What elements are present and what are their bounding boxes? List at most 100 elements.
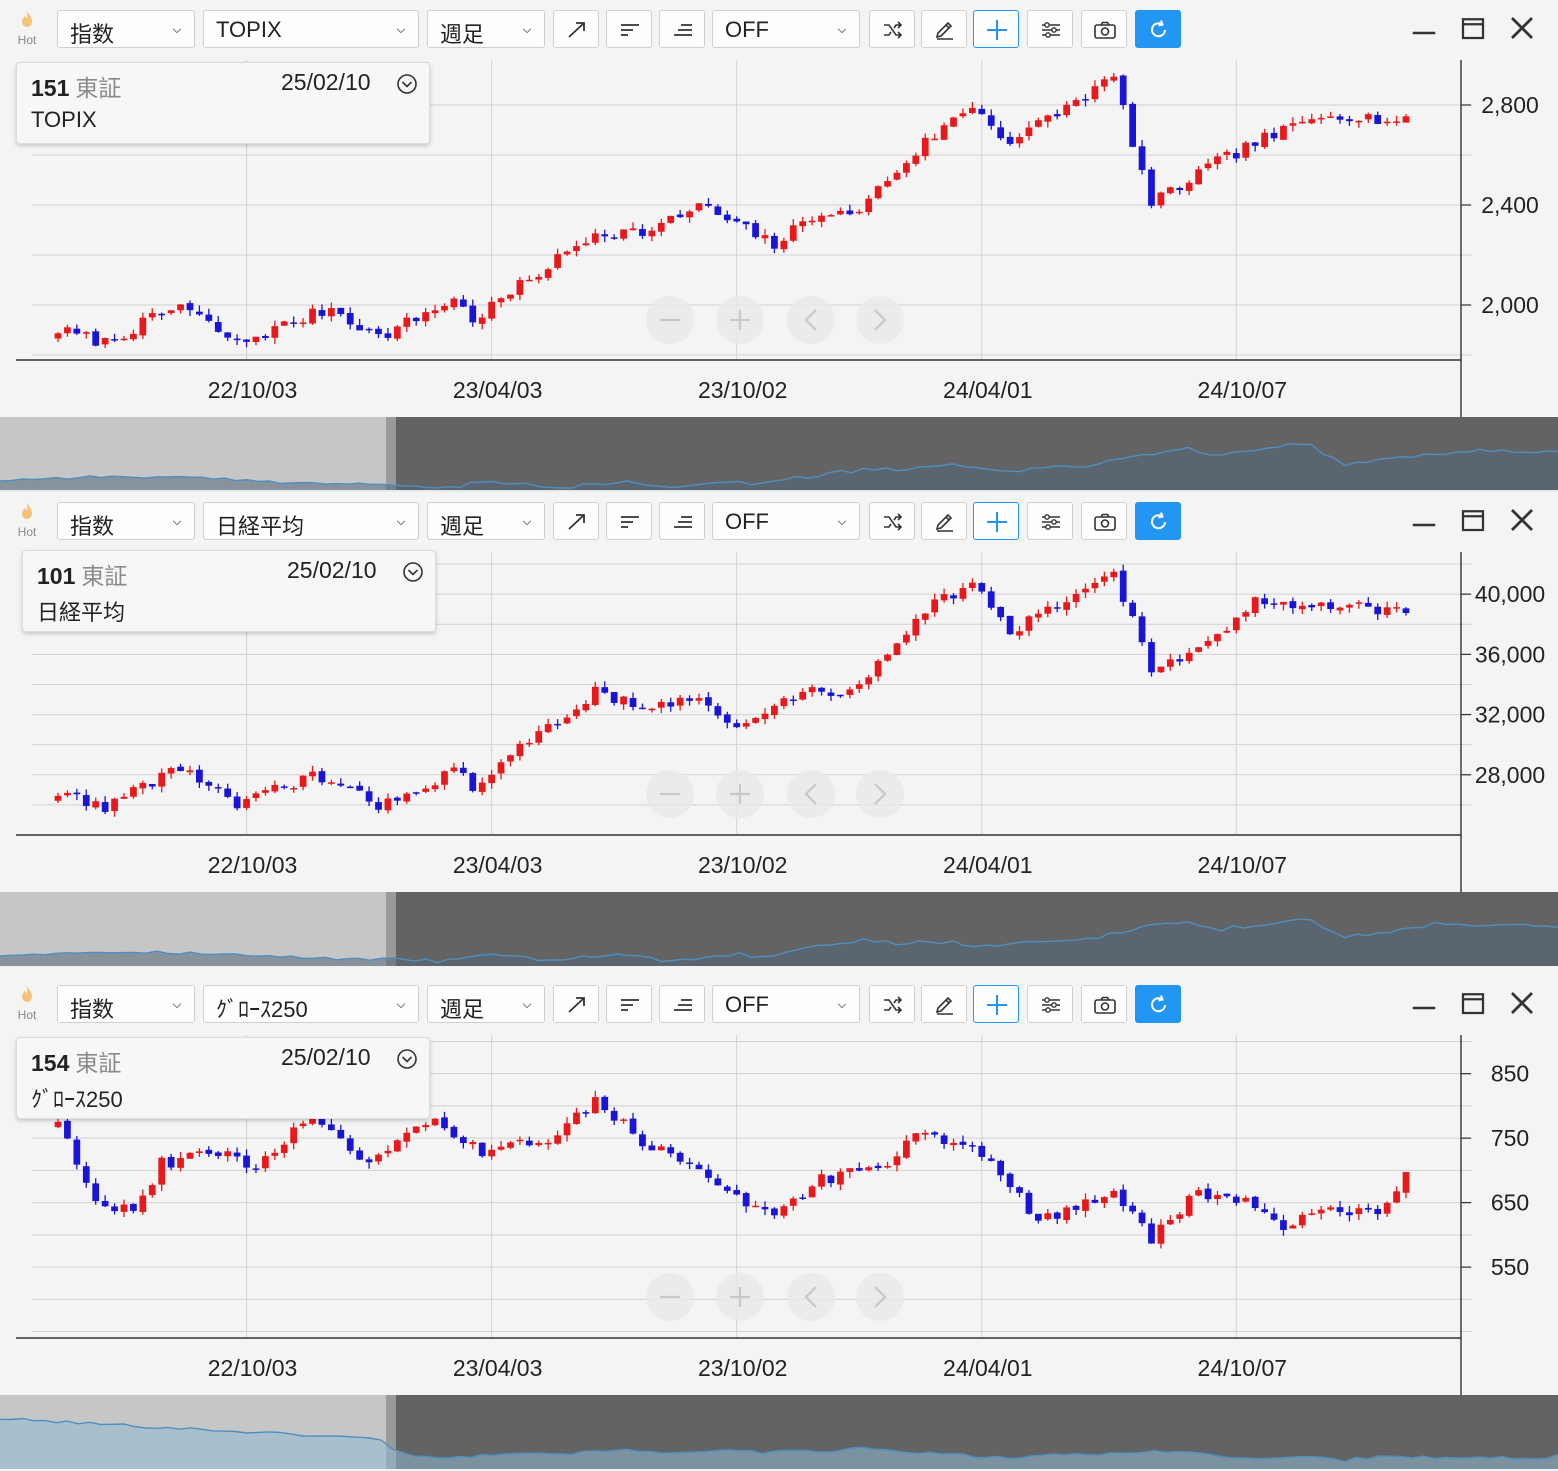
candle <box>997 606 1005 622</box>
candle <box>1091 80 1099 103</box>
candle <box>1034 117 1042 128</box>
navigator[interactable] <box>0 1395 1558 1469</box>
candle <box>1016 625 1023 640</box>
candle <box>82 789 90 811</box>
candle <box>1336 114 1344 124</box>
candle <box>1016 133 1023 148</box>
candle <box>1138 1209 1146 1227</box>
candle <box>1148 1218 1155 1244</box>
x-tick-label: 22/10/03 <box>208 377 298 403</box>
scroll-left-button[interactable] <box>787 296 835 344</box>
candle <box>1327 111 1334 118</box>
candle <box>752 220 759 240</box>
candle <box>554 248 561 270</box>
zoom-out-button[interactable] <box>646 770 694 818</box>
candle <box>158 1155 166 1191</box>
symbol-code: 101 東証 <box>37 563 128 589</box>
candle <box>1280 601 1287 611</box>
candle <box>280 784 288 790</box>
candle <box>459 1135 467 1149</box>
navigator[interactable] <box>0 892 1558 966</box>
candle <box>667 1143 675 1158</box>
candle <box>554 719 561 730</box>
candle <box>1308 113 1316 125</box>
zoom-in-button[interactable] <box>716 770 764 818</box>
candle <box>167 766 175 779</box>
candle <box>1034 1213 1042 1224</box>
zoom-in-button[interactable] <box>716 296 764 344</box>
candle <box>478 1142 486 1158</box>
candle <box>1110 568 1118 582</box>
candle <box>855 1162 863 1172</box>
candle <box>233 1147 241 1162</box>
candle <box>450 1125 458 1139</box>
candle <box>1044 1208 1052 1221</box>
zoom-out-button[interactable] <box>646 296 694 344</box>
navigator-handle[interactable] <box>386 417 396 490</box>
candle <box>101 337 109 349</box>
candle <box>1289 597 1297 614</box>
candle <box>1166 1215 1174 1226</box>
candle <box>969 578 976 592</box>
candle <box>1270 1207 1278 1222</box>
candle <box>167 1153 175 1171</box>
candle <box>1327 1205 1334 1212</box>
candle <box>771 1207 778 1219</box>
candle <box>865 195 873 216</box>
y-tick-label: 2,400 <box>1481 192 1539 218</box>
zoom-in-button[interactable] <box>716 1273 764 1321</box>
candle <box>1053 601 1061 613</box>
candle <box>780 1204 788 1219</box>
navigator-handle[interactable] <box>386 892 396 966</box>
symbol-info-card: 151 東証 25/02/10 TOPIX <box>16 62 430 144</box>
candle <box>1119 1184 1127 1212</box>
x-tick-label: 23/10/02 <box>698 1355 788 1381</box>
candle <box>431 782 439 792</box>
scroll-right-button[interactable] <box>856 296 904 344</box>
scroll-right-button[interactable] <box>856 770 904 818</box>
x-tick-label: 23/04/03 <box>453 852 543 878</box>
candle <box>573 1107 580 1125</box>
candle <box>403 313 411 333</box>
candle <box>469 299 477 327</box>
candle <box>950 116 957 128</box>
candle <box>1261 593 1268 609</box>
candle <box>620 229 627 241</box>
candle <box>686 695 693 706</box>
candle <box>318 304 326 320</box>
candle <box>1393 602 1400 613</box>
info-expand-button[interactable] <box>395 73 419 100</box>
info-expand-button[interactable] <box>401 561 425 588</box>
candle <box>64 324 71 337</box>
candle <box>1072 589 1080 608</box>
zoom-out-button[interactable] <box>646 1273 694 1321</box>
navigator[interactable] <box>0 417 1558 490</box>
candle <box>1270 598 1278 609</box>
candle <box>563 714 571 725</box>
candle <box>1025 615 1033 637</box>
candle <box>1251 1195 1259 1211</box>
x-tick-label: 24/04/01 <box>943 377 1033 403</box>
candle <box>101 796 109 815</box>
scroll-left-button[interactable] <box>787 770 835 818</box>
candle <box>742 1191 750 1213</box>
scroll-left-button[interactable] <box>787 1273 835 1321</box>
candle <box>450 762 458 774</box>
candle <box>582 700 590 713</box>
candle <box>1204 158 1212 171</box>
candle <box>799 216 807 233</box>
candle <box>959 582 967 602</box>
info-expand-button[interactable] <box>395 1048 419 1075</box>
candle <box>497 759 505 780</box>
candle <box>177 1152 184 1172</box>
candle <box>959 108 967 118</box>
candle <box>412 791 420 796</box>
candle <box>139 1189 147 1215</box>
scroll-right-button[interactable] <box>856 1273 904 1321</box>
x-tick-label: 23/04/03 <box>453 1355 543 1381</box>
candle <box>1034 609 1042 623</box>
candle <box>808 684 816 697</box>
candle <box>1346 1206 1353 1222</box>
candle <box>808 1184 816 1198</box>
candle <box>1100 76 1108 92</box>
